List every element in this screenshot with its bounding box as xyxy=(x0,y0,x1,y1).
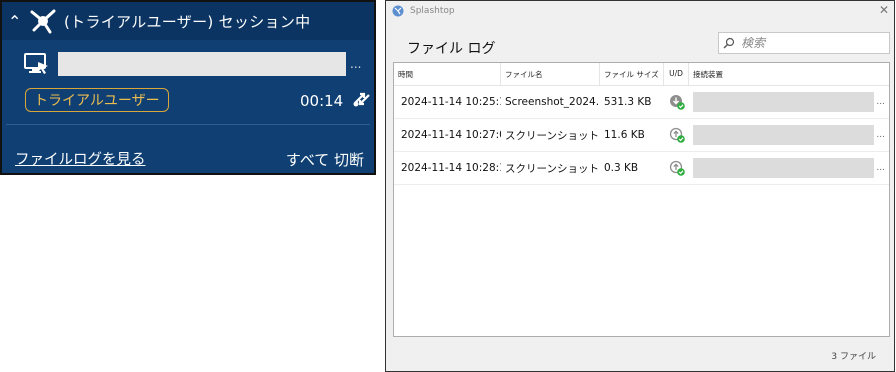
session-timer: 00:14 xyxy=(300,92,344,110)
device-row: ... xyxy=(24,52,361,76)
splashtop-app-icon xyxy=(392,5,404,17)
file-log-window: Splashtop ✕ ファイル ログ 時間 ファイル名 ファイル サイズ U/… xyxy=(385,0,895,372)
upload-complete-icon xyxy=(669,160,685,176)
device-name-redacted xyxy=(693,92,875,112)
device-name-redacted xyxy=(693,125,875,145)
row-filesize: 0.3 KB xyxy=(604,162,639,174)
table-row[interactable]: 2024-11-14 10:27:01 スクリーンショット ... 11.6 K… xyxy=(394,119,889,152)
device-name-redacted xyxy=(58,52,346,76)
row-filename: スクリーンショット ... xyxy=(505,162,600,175)
search-box[interactable] xyxy=(718,32,890,54)
session-title: (トライアルユーザー) セッション中 xyxy=(64,12,311,31)
disconnect-all-button[interactable]: すべて 切断 xyxy=(286,149,364,170)
row-time: 2024-11-14 10:28:18 xyxy=(401,162,501,174)
download-complete-icon xyxy=(669,95,685,110)
search-input[interactable] xyxy=(739,35,883,51)
device-name-overflow: ... xyxy=(350,57,362,71)
titlebar: Splashtop ✕ xyxy=(386,1,894,21)
app-name: Splashtop xyxy=(410,6,455,16)
close-icon[interactable]: ✕ xyxy=(879,3,889,17)
column-header-filename[interactable]: ファイル名 xyxy=(501,63,600,85)
device-name-overflow: ... xyxy=(876,130,885,140)
session-header: ⌃ (トライアルユーザー) セッション中 xyxy=(2,2,374,40)
file-count: 3 ファイル xyxy=(831,352,876,362)
session-panel: ⌃ (トライアルユーザー) セッション中 ... トライアルユーザー 00:14… xyxy=(0,0,376,175)
splashtop-logo-icon xyxy=(30,9,56,34)
table-row[interactable]: 2024-11-14 10:28:18 スクリーンショット ... 0.3 KB… xyxy=(394,152,889,185)
device-name-overflow: ... xyxy=(876,97,885,107)
row-time: 2024-11-14 10:27:01 xyxy=(401,129,501,141)
view-file-log-link[interactable]: ファイルログを見る xyxy=(15,148,146,169)
row-filename: スクリーンショット ... xyxy=(505,129,600,142)
row-time: 2024-11-14 10:25:11 xyxy=(401,96,501,108)
panel-divider xyxy=(6,124,370,125)
device-name-redacted xyxy=(693,158,875,178)
table-header: 時間 ファイル名 ファイル サイズ U/D 接続装置 xyxy=(394,63,889,86)
column-header-device[interactable]: 接続装置 xyxy=(689,63,889,85)
file-log-table: 時間 ファイル名 ファイル サイズ U/D 接続装置 2024-11-14 10… xyxy=(393,62,890,337)
search-icon xyxy=(723,37,735,49)
trial-user-badge: トライアルユーザー xyxy=(25,88,169,112)
column-header-direction[interactable]: U/D xyxy=(664,63,689,85)
table-row[interactable]: 2024-11-14 10:25:11 Screenshot_2024... 5… xyxy=(394,86,889,119)
row-filename: Screenshot_2024... xyxy=(505,96,600,108)
row-filesize: 11.6 KB xyxy=(604,129,645,141)
remote-desktop-icon xyxy=(24,53,48,74)
window-title: ファイル ログ xyxy=(407,41,496,57)
device-name-overflow: ... xyxy=(876,163,885,173)
file-transfer-icon[interactable] xyxy=(352,89,372,109)
row-filesize: 531.3 KB xyxy=(604,96,652,108)
column-header-time[interactable]: 時間 xyxy=(394,63,501,85)
column-header-filesize[interactable]: ファイル サイズ xyxy=(600,63,664,85)
upload-complete-icon xyxy=(669,127,685,143)
collapse-chevron-icon[interactable]: ⌃ xyxy=(8,12,24,31)
